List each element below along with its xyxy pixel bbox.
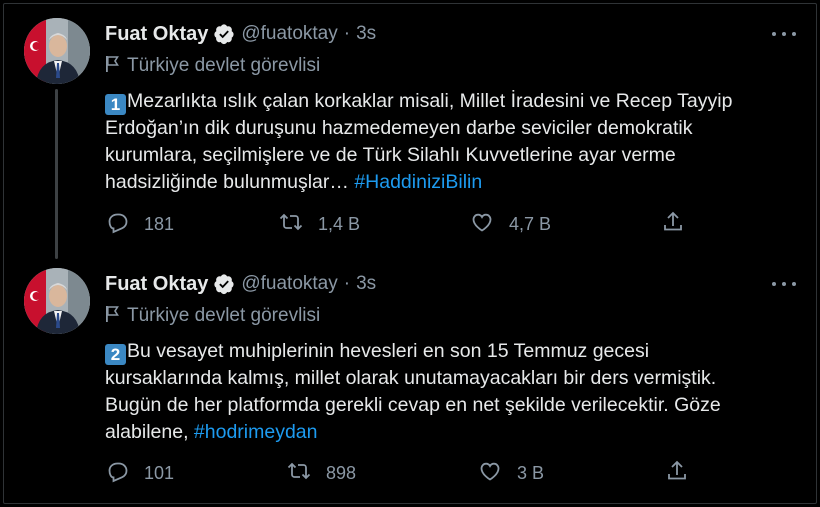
more-icon[interactable] — [772, 26, 796, 42]
avatar[interactable] — [24, 18, 90, 84]
tweet-header: Fuat Oktay @fuatoktay · 3s — [105, 271, 376, 297]
reply-button[interactable]: 101 — [105, 459, 174, 488]
like-icon — [470, 210, 494, 239]
author-handle[interactable]: @fuatoktay — [241, 273, 337, 295]
flag-icon — [105, 55, 119, 78]
account-label-text: Türkiye devlet görevlisi — [127, 55, 321, 76]
account-label[interactable]: Türkiye devlet görevlisi — [105, 304, 320, 328]
tweet-text-line-1: Mezarlıkta ıslık çalan korkaklar misali,… — [127, 90, 733, 112]
verified-badge-icon — [213, 273, 235, 295]
like-icon — [478, 459, 502, 488]
retweet-icon — [279, 210, 303, 239]
like-button[interactable]: 3 B — [478, 459, 544, 488]
share-icon — [665, 459, 689, 488]
tweet-text-line-4: alabilene, — [105, 421, 194, 443]
separator-dot: · — [343, 273, 351, 294]
tweet-text-line-4: hadsizliğinde bulunmuşlar… — [105, 171, 355, 193]
reply-button[interactable]: 181 — [105, 210, 174, 239]
share-button[interactable] — [665, 459, 689, 488]
hashtag-link[interactable]: #HaddiniziBilin — [354, 171, 482, 193]
retweet-count: 1,4 B — [318, 214, 361, 234]
separator-dot: · — [343, 23, 351, 44]
keycap-one-emoji: 1 — [105, 94, 126, 115]
tweet-text-line-3: kurumlara, seçilmişlere ve de Türk Silah… — [105, 144, 676, 166]
tweet-timestamp[interactable]: 3s — [356, 273, 376, 295]
tweet-text: 2 Bu vesayet muhiplerinin hevesleri en so… — [105, 338, 795, 446]
tweet-actions: 181 1,4 B 4,7 B — [105, 210, 705, 236]
keycap-two-emoji: 2 — [105, 344, 126, 365]
hashtag-link[interactable]: #hodrimeydan — [194, 421, 318, 443]
tweet-text: 1 Mezarlıkta ıslık çalan korkaklar misali… — [105, 88, 795, 196]
more-icon[interactable] — [772, 276, 796, 292]
share-icon — [661, 210, 685, 239]
like-count: 3 B — [517, 463, 545, 483]
like-count: 4,7 B — [509, 214, 552, 234]
like-button[interactable]: 4,7 B — [470, 210, 551, 239]
tweet-header: Fuat Oktay @fuatoktay · 3s — [105, 21, 376, 47]
author-handle[interactable]: @fuatoktay — [241, 23, 337, 45]
reply-count: 101 — [144, 463, 175, 483]
verified-badge-icon — [213, 23, 235, 45]
author-name[interactable]: Fuat Oktay — [105, 273, 208, 296]
author-name[interactable]: Fuat Oktay — [105, 23, 208, 46]
retweet-count: 898 — [326, 463, 357, 483]
tweet-timestamp[interactable]: 3s — [356, 23, 376, 45]
tweet-text-line-2: kursaklarında kalmış, millet olarak unut… — [105, 367, 717, 389]
reply-icon — [105, 210, 129, 239]
retweet-button[interactable]: 898 — [287, 459, 356, 488]
tweet-actions: 101 898 3 B — [105, 459, 705, 485]
retweet-icon — [287, 459, 311, 488]
retweet-button[interactable]: 1,4 B — [279, 210, 360, 239]
tweet-text-line-1: Bu vesayet muhiplerinin hevesleri en son… — [127, 340, 650, 362]
avatar[interactable] — [24, 268, 90, 334]
reply-icon — [105, 459, 129, 488]
flag-icon — [105, 305, 119, 328]
account-label[interactable]: Türkiye devlet görevlisi — [105, 54, 320, 78]
thread-line — [55, 89, 58, 259]
tweet-text-line-3: Bugün de her platformda gerekli cevap en… — [105, 394, 721, 416]
reply-count: 181 — [144, 214, 175, 234]
tweet-text-line-2: Erdoğan’ın dik duruşunu hazmedemeyen dar… — [105, 117, 693, 139]
share-button[interactable] — [661, 210, 685, 239]
account-label-text: Türkiye devlet görevlisi — [127, 305, 321, 326]
